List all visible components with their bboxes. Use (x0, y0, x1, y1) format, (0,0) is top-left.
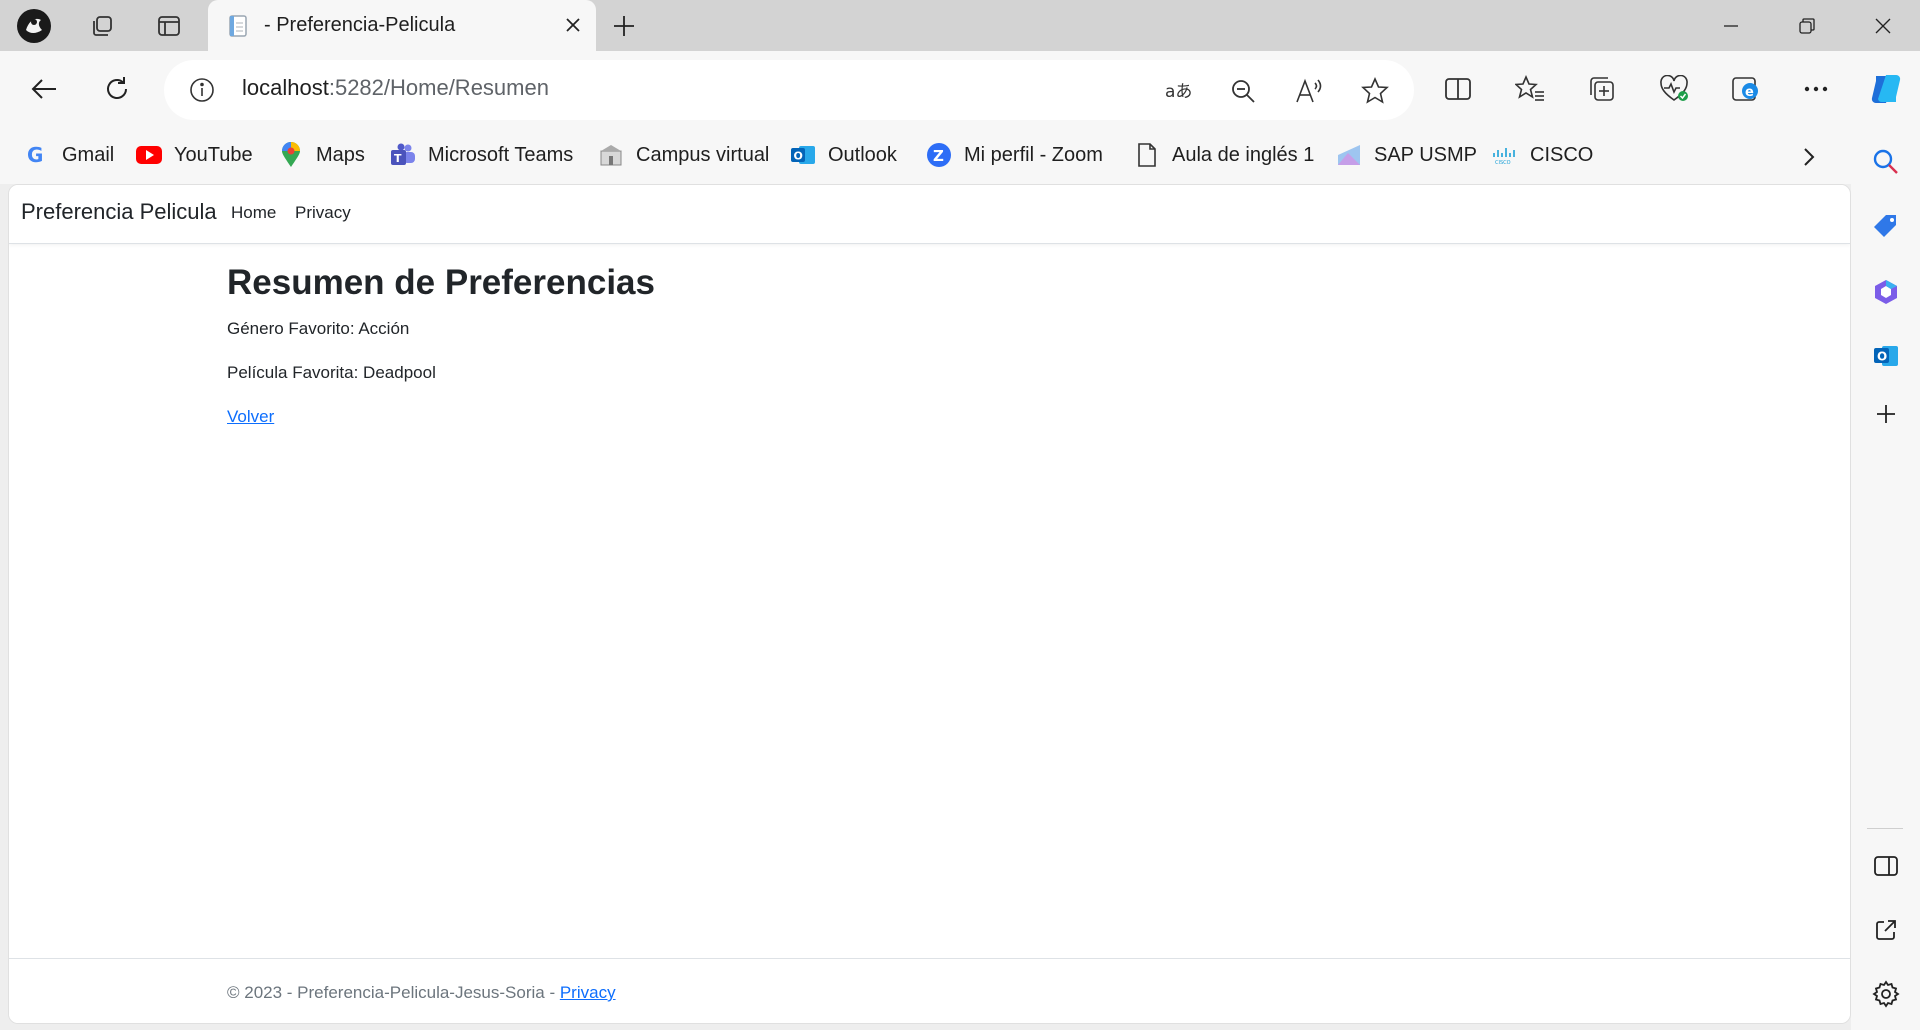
tab-title: - Preferencia-Pelicula (264, 14, 456, 36)
google-icon: G (24, 142, 50, 168)
search-icon[interactable] (1868, 144, 1904, 180)
page-favicon-icon (226, 14, 250, 38)
zoom-icon: Z (926, 142, 952, 168)
site-info-icon[interactable] (188, 76, 216, 104)
more-options-icon[interactable] (1794, 67, 1838, 111)
copilot-icon[interactable] (1864, 67, 1908, 111)
footer-copyright: © 2023 - Preferencia-Pelicula-Jesus-Sori… (227, 983, 556, 1002)
favorite-youtube[interactable]: YouTube (136, 138, 253, 172)
favorite-label: Gmail (62, 143, 115, 166)
back-link[interactable]: Volver (227, 407, 274, 426)
reload-icon[interactable] (95, 67, 139, 111)
site-brand[interactable]: Preferencia Pelicula (21, 199, 217, 225)
shopping-tag-icon[interactable] (1868, 208, 1904, 244)
outlook-icon: O (790, 142, 816, 168)
hide-sidebar-icon[interactable] (1868, 848, 1904, 884)
close-tab-icon[interactable] (560, 12, 586, 38)
workspaces-icon[interactable] (84, 8, 120, 44)
sap-icon (1336, 142, 1362, 168)
browser-tab-bar: - Preferencia-Pelicula (0, 0, 1920, 51)
svg-text:G: G (27, 144, 43, 166)
edge-performance-icon[interactable]: e (1724, 67, 1768, 111)
new-tab-icon[interactable] (606, 8, 642, 44)
favorite-sap-usmp[interactable]: SAP USMP (1336, 138, 1477, 172)
favorite-movie-text: Película Favorita: Deadpool (227, 363, 436, 382)
settings-gear-icon[interactable] (1868, 976, 1904, 1012)
favorites-bar: G Gmail YouTube Maps T Microsoft Teams C… (0, 128, 1920, 184)
favorite-label: CISCO (1530, 143, 1594, 166)
nav-link-privacy[interactable]: Privacy (295, 203, 351, 223)
favorite-outlook[interactable]: O Outlook (790, 138, 897, 172)
profile-avatar-icon[interactable] (16, 8, 52, 44)
cisco-icon: CISCO (1492, 142, 1518, 168)
favorite-teams[interactable]: T Microsoft Teams (390, 138, 573, 172)
site-footer: © 2023 - Preferencia-Pelicula-Jesus-Sori… (9, 958, 1850, 1023)
favorite-label: Campus virtual (636, 143, 770, 166)
favorite-label: Microsoft Teams (428, 143, 574, 166)
address-bar[interactable]: localhost:5282/Home/Resumen aあ (164, 60, 1414, 120)
url-host: localhost (242, 75, 329, 100)
favorite-zoom[interactable]: Z Mi perfil - Zoom (926, 138, 1103, 172)
favorite-gmail[interactable]: G Gmail (24, 138, 114, 172)
sidebar-divider (1867, 828, 1903, 829)
url-path: :5282/Home/Resumen (328, 75, 549, 100)
read-aloud-icon[interactable] (1292, 74, 1326, 108)
footer-privacy-link[interactable]: Privacy (560, 983, 616, 1002)
favorite-label: Maps (316, 143, 365, 166)
favorite-label: Aula de inglés 1 (1172, 143, 1315, 166)
favorite-aula-ingles[interactable]: Aula de inglés 1 (1134, 138, 1314, 172)
back-arrow-icon[interactable] (22, 67, 66, 111)
split-screen-icon[interactable] (1436, 67, 1480, 111)
restore-icon[interactable] (1774, 0, 1840, 51)
favorite-label: Outlook (828, 143, 897, 166)
campus-icon (598, 142, 624, 168)
edge-sidebar: O (1851, 128, 1920, 1030)
site-navbar: Preferencia Pelicula Home Privacy (9, 185, 1850, 244)
minimize-icon[interactable] (1698, 0, 1764, 51)
favorite-maps[interactable]: Maps (278, 138, 365, 172)
translate-icon[interactable]: aあ (1162, 74, 1196, 108)
youtube-icon (136, 142, 162, 168)
active-tab[interactable]: - Preferencia-Pelicula (208, 0, 596, 51)
collections-icon[interactable] (1580, 67, 1624, 111)
add-icon[interactable] (1868, 396, 1904, 432)
teams-icon: T (390, 142, 416, 168)
microsoft365-icon[interactable] (1868, 274, 1904, 310)
close-window-icon[interactable] (1850, 0, 1916, 51)
favorite-cisco[interactable]: CISCO CISCO (1492, 138, 1593, 172)
svg-text:O: O (1877, 350, 1887, 364)
browser-essentials-icon[interactable] (1652, 67, 1696, 111)
vertical-tabs-icon[interactable] (151, 8, 187, 44)
favorite-genre-text: Género Favorito: Acción (227, 319, 410, 338)
nav-link-home[interactable]: Home (231, 203, 276, 223)
url-text[interactable]: localhost:5282/Home/Resumen (242, 75, 549, 101)
favorite-star-icon[interactable] (1358, 74, 1392, 108)
svg-text:T: T (394, 152, 402, 165)
page-title: Resumen de Preferencias (227, 263, 655, 302)
favorite-label: YouTube (174, 143, 253, 166)
page-viewport: Preferencia Pelicula Home Privacy Resume… (8, 184, 1851, 1024)
chevron-right-icon[interactable] (1792, 140, 1826, 174)
favorite-campus-virtual[interactable]: Campus virtual (598, 138, 769, 172)
svg-text:aあ: aあ (1165, 82, 1192, 102)
favorites-icon[interactable] (1508, 67, 1552, 111)
browser-toolbar: localhost:5282/Home/Resumen aあ e (0, 51, 1920, 128)
footer-text: © 2023 - Preferencia-Pelicula-Jesus-Sori… (227, 983, 616, 1003)
open-external-icon[interactable] (1868, 912, 1904, 948)
zoom-out-icon[interactable] (1226, 74, 1260, 108)
document-icon (1134, 142, 1160, 168)
favorite-label: Mi perfil - Zoom (964, 143, 1103, 166)
svg-text:O: O (794, 150, 803, 163)
main-content: Resumen de Preferencias Género Favorito:… (227, 263, 655, 427)
maps-pin-icon (278, 142, 304, 168)
favorite-label: SAP USMP (1374, 143, 1477, 166)
svg-text:Z: Z (933, 147, 944, 165)
svg-text:CISCO: CISCO (1495, 160, 1511, 165)
outlook-sidebar-icon[interactable]: O (1868, 338, 1904, 374)
svg-text:e: e (1745, 85, 1754, 100)
